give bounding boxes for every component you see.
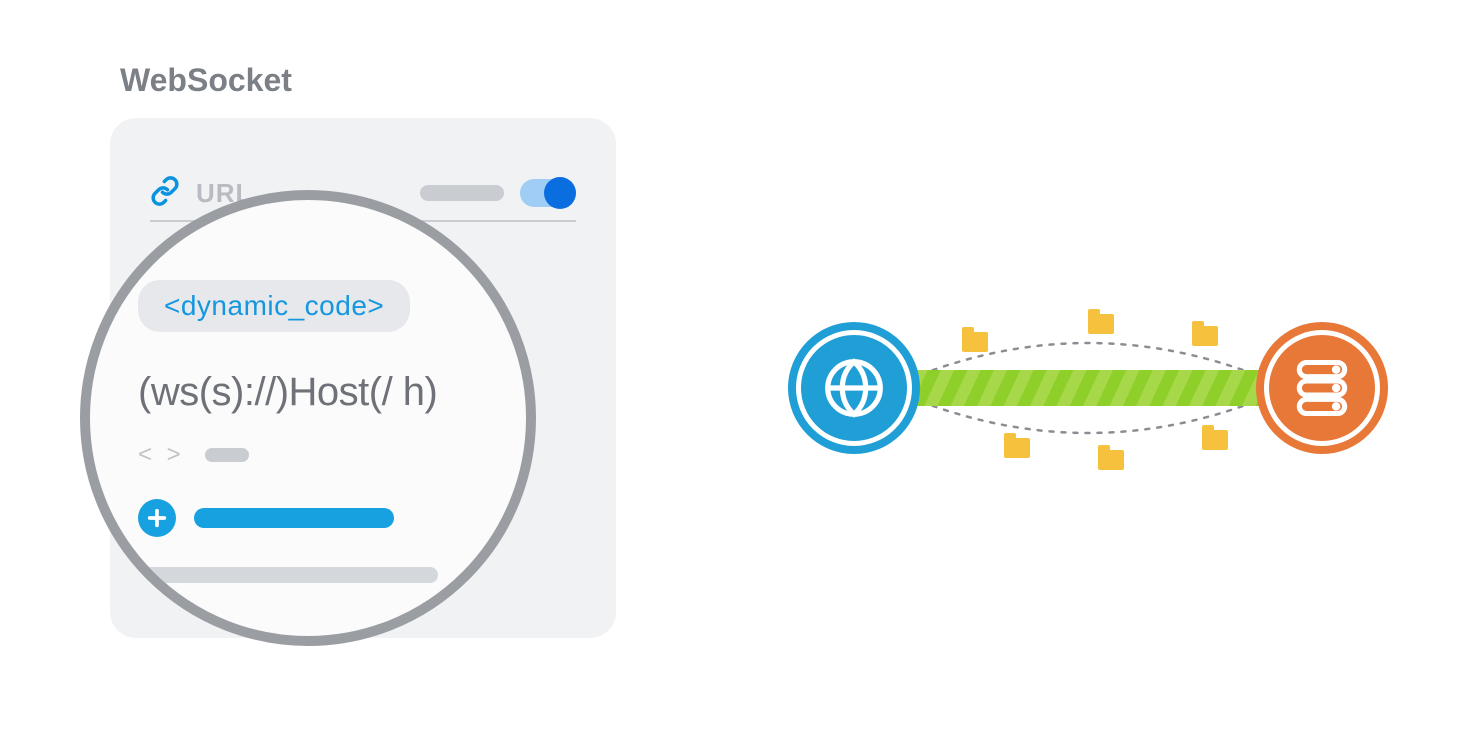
server-database-node [1256,322,1388,454]
enable-toggle[interactable] [520,179,576,207]
angle-brackets-icon: < > [138,441,185,469]
placeholder-pill [420,185,504,201]
data-packet-icon [1004,438,1030,458]
client-globe-node [788,322,920,454]
page-title: WebSocket [120,62,292,99]
angle-brackets-row: < > [138,441,478,469]
data-packet-icon [962,332,988,352]
link-icon [150,176,180,211]
server-icon [1288,354,1356,422]
data-packet-icon [1192,326,1218,346]
add-bar [194,508,394,528]
data-packet-icon [1202,430,1228,450]
persistent-connection-bar [888,370,1288,406]
url-pattern-text: (ws(s)://)Host(/ h) [138,370,478,415]
dynamic-code-chip[interactable]: <dynamic_code> [138,280,410,332]
data-packet-icon [1088,314,1114,334]
placeholder-pill-small [205,448,249,462]
globe-icon [819,353,889,423]
magnifier-lens: <dynamic_code> (ws(s)://)Host(/ h) < > [80,190,536,646]
toggle-knob [544,177,576,209]
data-packet-icon [1098,450,1124,470]
connection-diagram [788,288,1388,488]
plus-icon[interactable] [138,499,176,537]
placeholder-bar [138,567,438,583]
add-row[interactable] [138,499,478,537]
